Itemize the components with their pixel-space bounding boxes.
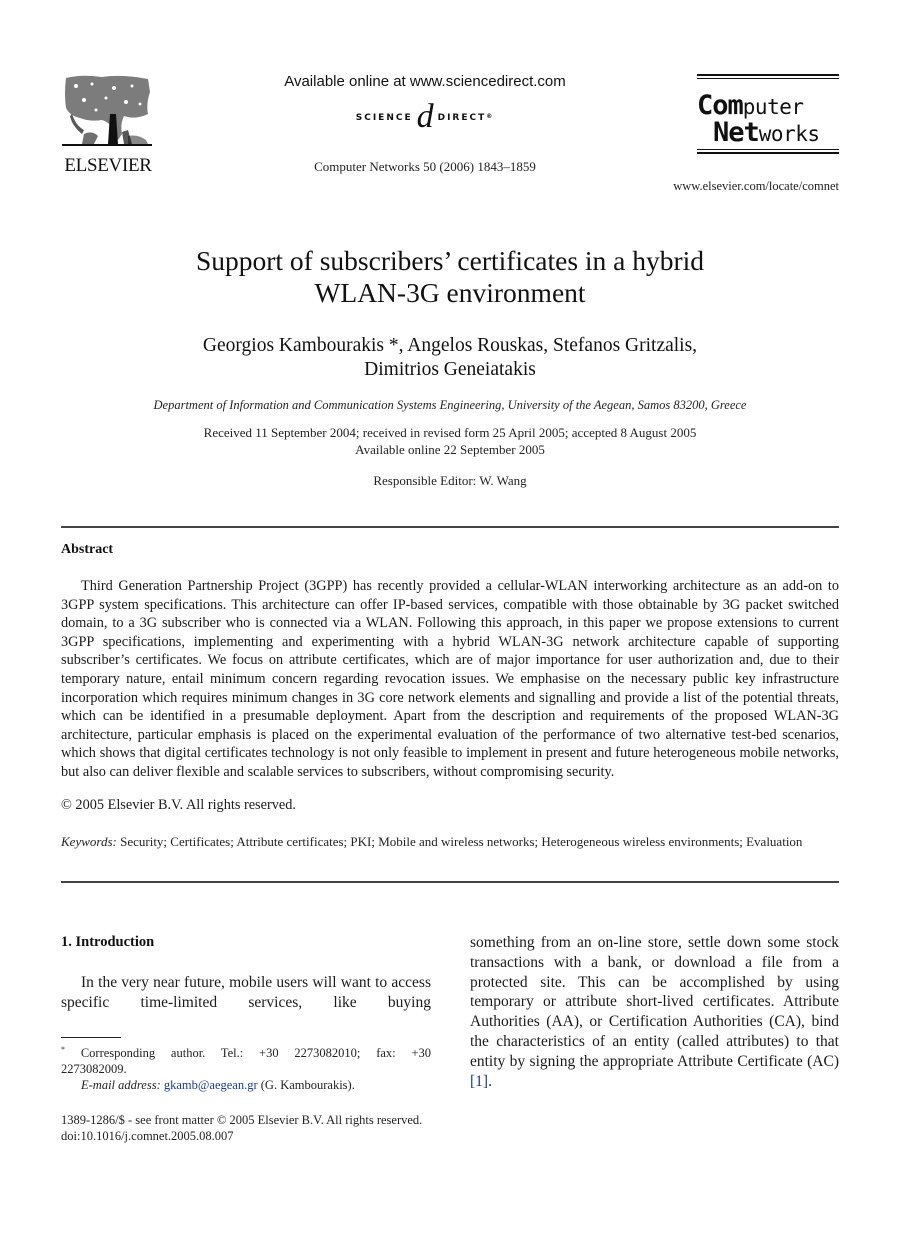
logo-bottom-rule-thin xyxy=(697,149,839,150)
sciencedirect-logo[interactable]: SCIENCE d DIRECT® xyxy=(300,100,550,136)
available-online-date: Available online 22 September 2005 xyxy=(355,442,545,457)
citation-link[interactable]: [1] xyxy=(470,1073,488,1090)
front-matter: 1389-1286/$ - see front matter © 2005 El… xyxy=(61,1112,481,1144)
logo-line-1: Computer xyxy=(697,79,839,120)
logo-line-2-small: works xyxy=(758,122,820,146)
author-list: Georgios Kambourakis *, Angelos Rouskas,… xyxy=(60,334,840,382)
elsevier-wordmark: ELSEVIER xyxy=(64,155,152,176)
affiliation: Department of Information and Communicat… xyxy=(153,398,747,412)
footnote-email-line: E-mail address: gkamb@aegean.gr (G. Kamb… xyxy=(61,1077,431,1093)
footnote: * Corresponding author. Tel.: +30 227308… xyxy=(61,1042,431,1093)
article-history: Received 11 September 2004; received in … xyxy=(60,424,840,458)
sciencedirect-right-text: DIRECT xyxy=(437,113,487,123)
divider-top xyxy=(61,526,839,528)
computer-networks-logo: Computer Networks xyxy=(697,74,839,154)
article-title-line-1: Support of subscribers’ certificates in … xyxy=(195,245,705,276)
article-title: Support of subscribers’ certificates in … xyxy=(60,245,840,309)
responsible-editor: Responsible Editor: W. Wang xyxy=(373,473,527,488)
journal-url-link[interactable]: www.elsevier.com/locate/comnet xyxy=(640,179,839,194)
sentence-end: . xyxy=(488,1072,492,1090)
email-label: E-mail address: xyxy=(81,1078,161,1093)
elsevier-tree-icon xyxy=(62,75,152,146)
divider-bottom xyxy=(61,881,839,883)
available-online-link[interactable]: Available online at www.sciencedirect.co… xyxy=(230,73,620,90)
introduction-right-text: something from an on-line store, settle … xyxy=(470,934,839,1070)
sciencedirect-left-word: SCIENCE xyxy=(355,113,413,123)
abstract-heading: Abstract xyxy=(61,542,114,557)
received-dates: Received 11 September 2004; received in … xyxy=(203,425,697,440)
doi[interactable]: doi:10.1016/j.comnet.2005.08.007 xyxy=(61,1128,481,1144)
logo-bottom-rule xyxy=(697,152,839,154)
section-heading-introduction: 1. Introduction xyxy=(61,934,155,950)
footnote-line-2: 2273082009. xyxy=(61,1062,127,1077)
elsevier-logo: ELSEVIER xyxy=(62,74,154,180)
email-link[interactable]: gkamb@aegean.gr xyxy=(164,1078,258,1092)
email-owner: (G. Kambourakis). xyxy=(260,1078,355,1093)
keywords: Keywords: Security; Certificates; Attrib… xyxy=(61,833,839,850)
sciencedirect-right-word: DIRECT® xyxy=(438,113,495,123)
trademark-mark: ® xyxy=(486,113,495,120)
issn-line: 1389-1286/$ - see front matter © 2005 El… xyxy=(61,1113,423,1127)
authors-line-2: Dimitrios Geneiatakis xyxy=(364,359,536,380)
introduction-right-column: something from an on-line store, settle … xyxy=(470,933,839,1091)
footnote-marker: * xyxy=(61,1045,65,1054)
logo-line-2: Networks xyxy=(697,117,839,148)
keywords-list: Security; Certificates; Attribute certif… xyxy=(120,834,803,849)
abstract-copyright: © 2005 Elsevier B.V. All rights reserved… xyxy=(61,797,296,813)
footnote-rule xyxy=(61,1037,121,1038)
footnote-line-1: * Corresponding author. Tel.: +30 227308… xyxy=(61,1042,431,1061)
logo-line-1-small: puter xyxy=(742,95,804,119)
keywords-label: Keywords: xyxy=(61,834,117,849)
introduction-right-paragraph: something from an on-line store, settle … xyxy=(470,933,839,1091)
abstract-text: Third Generation Partnership Project (3G… xyxy=(61,577,839,782)
sciencedirect-at-icon: d xyxy=(416,98,434,135)
authors-line-1: Georgios Kambourakis *, Angelos Rouskas,… xyxy=(202,335,698,356)
logo-line-2-big: Net xyxy=(713,117,760,148)
abstract-paragraph: Third Generation Partnership Project (3G… xyxy=(61,578,839,780)
footnote-contact: Corresponding author. Tel.: +30 22730820… xyxy=(80,1046,431,1061)
introduction-left-column: In the very near future, mobile users wi… xyxy=(61,973,431,1013)
journal-citation: Computer Networks 50 (2006) 1843–1859 xyxy=(314,159,536,174)
article-title-line-2: WLAN-3G environment xyxy=(314,277,586,308)
introduction-paragraph: In the very near future, mobile users wi… xyxy=(61,974,431,1011)
logo-top-rule xyxy=(697,74,839,76)
